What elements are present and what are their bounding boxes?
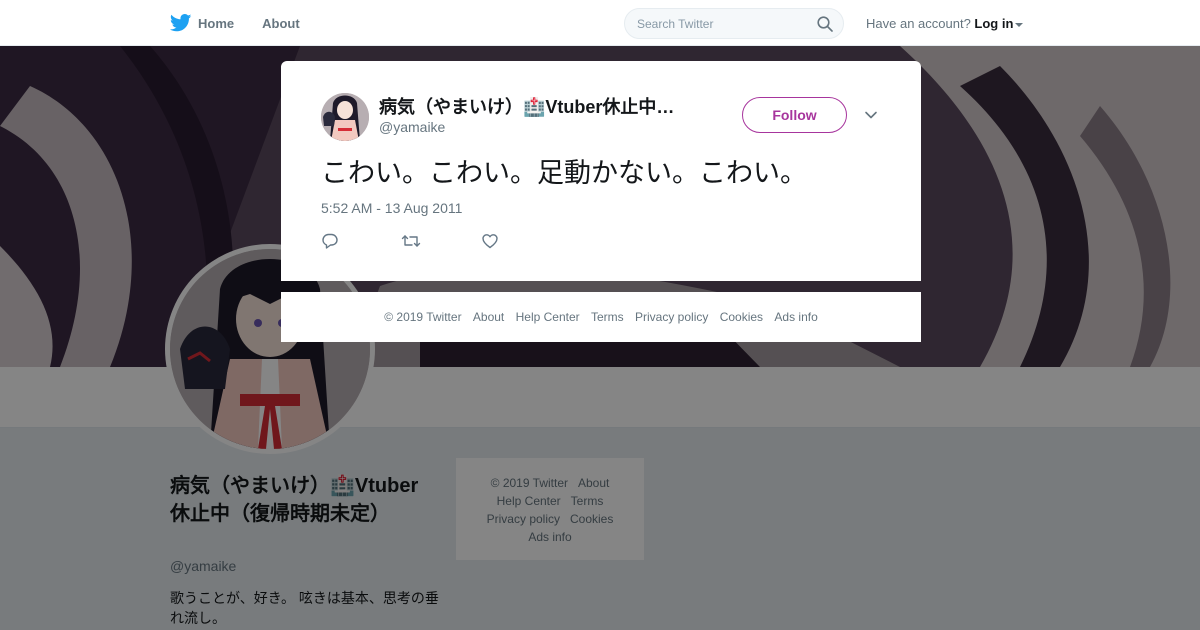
- retweet-button[interactable]: [401, 232, 481, 250]
- tweet-text: こわい。こわい。足動かない。こわい。: [321, 158, 807, 188]
- modal-footer-help[interactable]: Help Center: [516, 310, 580, 324]
- follow-button[interactable]: Follow: [742, 97, 847, 133]
- tweet-actions: [321, 232, 561, 250]
- account-area: Have an account? Log in: [866, 16, 1024, 31]
- top-nav: Home About Have an account? Log in: [0, 0, 1200, 46]
- modal-footer: © 2019 Twitter About Help Center Terms P…: [281, 292, 921, 342]
- search-input[interactable]: [625, 9, 805, 38]
- reply-icon: [322, 233, 338, 249]
- nav-home[interactable]: Home: [170, 14, 234, 32]
- login-link[interactable]: Log in: [974, 16, 1013, 31]
- chevron-down-icon[interactable]: [864, 108, 878, 122]
- tweet-display-name[interactable]: 病気（やまいけ）🏥Vtuber休止中…: [379, 93, 674, 119]
- tweet-card: 病気（やまいけ）🏥Vtuber休止中… @yamaike Follow こわい。…: [281, 61, 921, 281]
- modal-footer-terms[interactable]: Terms: [591, 310, 624, 324]
- tweet-timestamp[interactable]: 5:52 AM - 13 Aug 2011: [321, 200, 462, 216]
- nav-about[interactable]: About: [262, 16, 300, 31]
- close-icon[interactable]: [1154, 12, 1178, 36]
- retweet-icon: [401, 235, 421, 247]
- account-prompt: Have an account?: [866, 16, 971, 31]
- like-icon: [482, 234, 498, 249]
- nav-left: Home About: [170, 0, 328, 46]
- tweet-handle[interactable]: @yamaike: [379, 119, 445, 135]
- modal-footer-copyright: © 2019 Twitter: [384, 310, 462, 324]
- tweet-avatar[interactable]: [321, 93, 369, 141]
- nav-home-label: Home: [198, 15, 235, 31]
- modal-footer-about[interactable]: About: [473, 310, 504, 324]
- modal-footer-cookies[interactable]: Cookies: [720, 310, 763, 324]
- modal-footer-privacy[interactable]: Privacy policy: [635, 310, 708, 324]
- reply-button[interactable]: [321, 232, 401, 250]
- caret-down-icon[interactable]: [1015, 22, 1024, 27]
- search-box: [624, 8, 844, 39]
- search-icon[interactable]: [817, 16, 833, 32]
- like-button[interactable]: [481, 232, 561, 250]
- modal-footer-ads[interactable]: Ads info: [774, 310, 817, 324]
- twitter-bird-icon: [170, 14, 192, 32]
- tweet-avatar-illustration: [321, 93, 369, 141]
